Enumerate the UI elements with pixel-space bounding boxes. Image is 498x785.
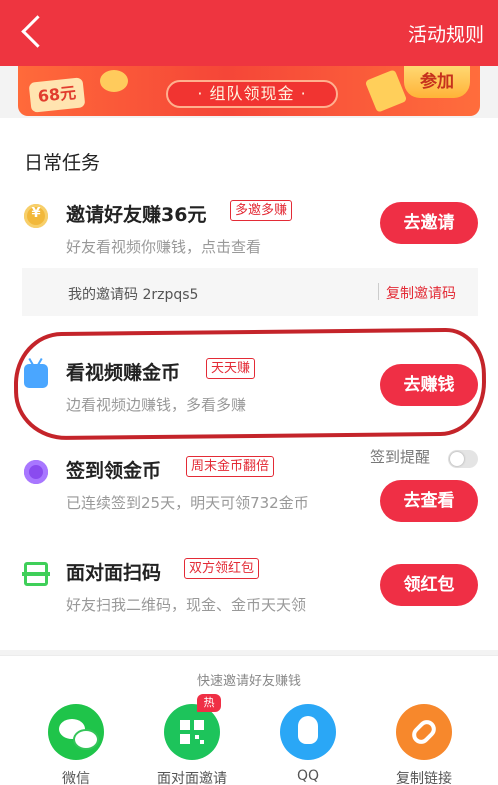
invite-code-box: 我的邀请码 2rzpqs5 复制邀请码 <box>22 268 478 316</box>
coin-icon <box>24 204 48 228</box>
share-panel: 快速邀请好友赚钱 微信 热 面对面邀请 QQ 复制链接 <box>0 655 498 785</box>
checkin-reminder-label: 签到提醒 <box>370 448 431 466</box>
task-title: 签到领金币 <box>66 460 162 482</box>
task-tag: 多邀多赚 <box>230 200 293 221</box>
join-button[interactable]: 参加 <box>404 66 470 98</box>
coin-decoration-icon <box>100 70 128 92</box>
divider <box>378 283 379 300</box>
banner-amount-badge: 68元 <box>28 77 86 113</box>
gift-decoration-icon <box>364 69 408 113</box>
copy-invite-code-button[interactable]: 复制邀请码 <box>386 283 456 303</box>
task-title: 面对面扫码 <box>66 562 162 584</box>
task-title: 邀请好友赚36元 <box>66 204 207 226</box>
qq-icon[interactable] <box>280 704 336 760</box>
share-label: 微信 <box>62 771 90 785</box>
team-cash-banner[interactable]: 68元 · 组队领现金 · 参加 <box>18 66 480 116</box>
get-red-packet-button[interactable]: 领红包 <box>380 564 478 606</box>
hand-drawn-highlight-circle <box>13 327 487 441</box>
checkin-reminder-toggle[interactable] <box>448 450 478 468</box>
back-arrow-icon[interactable] <box>14 14 50 50</box>
hot-badge: 热 <box>197 694 221 712</box>
invite-button[interactable]: 去邀请 <box>380 202 478 244</box>
share-label: 复制链接 <box>396 771 452 785</box>
view-checkin-button[interactable]: 去查看 <box>380 480 478 522</box>
map-pin-icon <box>24 460 48 484</box>
share-label: 面对面邀请 <box>157 771 227 785</box>
task-tag: 双方领红包 <box>184 558 260 579</box>
task-desc: 好友扫我二维码，现金、金币天天领 <box>66 596 307 614</box>
task-desc: 好友看视频你赚钱，点击查看 <box>66 238 262 256</box>
scan-icon <box>22 562 50 586</box>
link-icon[interactable] <box>396 704 452 760</box>
activity-rules-link[interactable]: 活动规则 <box>408 20 484 47</box>
share-title: 快速邀请好友赚钱 <box>196 674 301 689</box>
banner-pill-text: · 组队领现金 · <box>166 80 338 108</box>
daily-tasks-card: 日常任务 邀请好友赚36元 多邀多赚 好友看视频你赚钱，点击查看 去邀请 我的邀… <box>0 118 498 650</box>
task-desc: 已连续签到25天，明天可领732金币 <box>66 494 309 512</box>
section-title: 日常任务 <box>24 152 101 174</box>
wechat-icon[interactable] <box>48 704 104 760</box>
share-label: QQ <box>296 768 320 784</box>
invite-code-text: 我的邀请码 2rzpqs5 <box>68 287 199 303</box>
qr-code-icon[interactable] <box>164 704 220 760</box>
task-tag: 周末金币翻倍 <box>186 456 275 477</box>
top-bar: 活动规则 <box>0 0 498 66</box>
